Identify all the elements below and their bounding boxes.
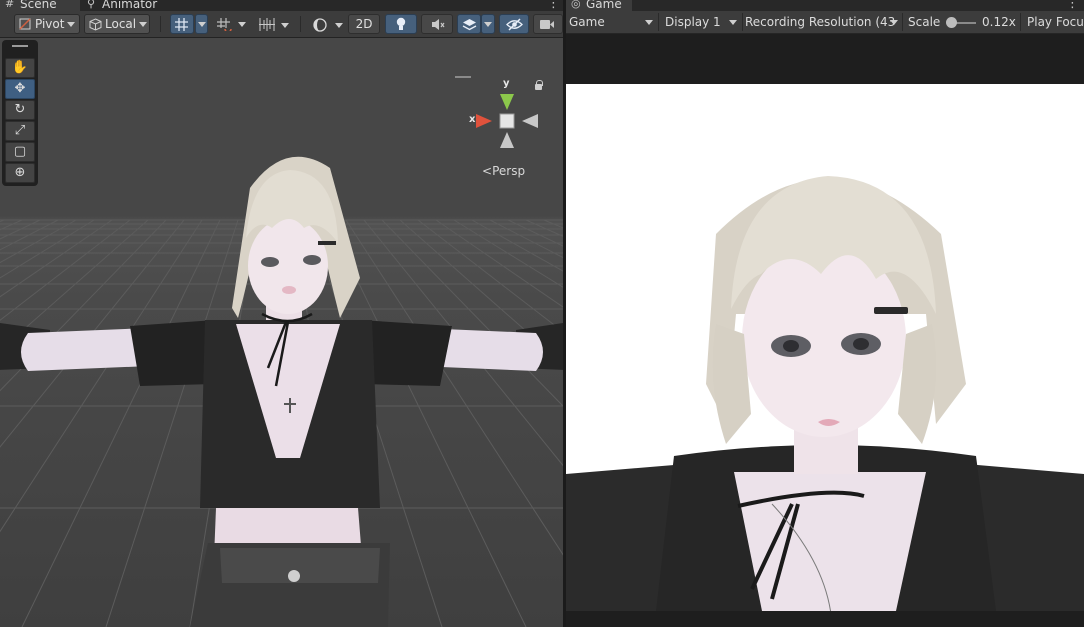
effects-layers-icon bbox=[462, 19, 477, 31]
scene-tab-bar: # Scene ⚲ Animator ⋮ bbox=[0, 0, 563, 11]
avatar-model[interactable] bbox=[0, 156, 563, 627]
rect-tool-button[interactable]: ▢ bbox=[5, 142, 35, 162]
scene-grid bbox=[0, 94, 563, 627]
increment-snap-icon bbox=[217, 18, 232, 31]
display-label: Display 1 bbox=[665, 15, 721, 29]
orientation-gizmo[interactable] bbox=[476, 94, 538, 148]
scale-value: 0.12x bbox=[982, 15, 1016, 29]
audio-toggle[interactable] bbox=[421, 14, 453, 34]
game-render-canvas bbox=[566, 84, 1084, 611]
tab-game[interactable]: ◎ Game bbox=[566, 0, 632, 11]
effects-dropdown[interactable] bbox=[481, 14, 495, 34]
display-dropdown[interactable]: Display 1 bbox=[665, 12, 741, 32]
transform-icon: ⊕ bbox=[14, 165, 26, 180]
drag-handle-icon[interactable] bbox=[12, 45, 28, 47]
gizmo-y-label: y bbox=[503, 78, 510, 89]
game-view-dropdown[interactable]: Game bbox=[569, 12, 657, 32]
tab-game-label: Game bbox=[586, 0, 622, 11]
move-tool-button[interactable]: ✥ bbox=[5, 79, 35, 99]
game-view-label: Game bbox=[569, 15, 605, 29]
camera-icon bbox=[540, 20, 554, 29]
scene-toolbar: Pivot Local 2D bbox=[0, 11, 563, 38]
increment-snap-button[interactable] bbox=[212, 14, 236, 34]
camera-settings-dropdown[interactable] bbox=[533, 14, 563, 34]
gizmo-x-label: x bbox=[469, 114, 476, 125]
grid-snap-dropdown[interactable] bbox=[195, 14, 208, 34]
transform-tool-button[interactable]: ⊕ bbox=[5, 163, 35, 183]
game-toolbar: Game Display 1 Recording Resolution (43 … bbox=[566, 11, 1084, 34]
gizmo-drag-handle-icon[interactable] bbox=[455, 76, 471, 78]
ruler-icon bbox=[259, 18, 275, 31]
hand-tool-button[interactable]: ✋ bbox=[5, 58, 35, 78]
scene-viewport[interactable]: ✋ ✥ ↻ ⤢ ▢ ⊕ y x <Persp bbox=[0, 38, 563, 627]
game-avatar-render bbox=[566, 176, 1084, 611]
scene-menu-kebab-icon[interactable]: ⋮ bbox=[547, 0, 560, 11]
lock-icon[interactable] bbox=[535, 80, 543, 90]
shading-mode-dropdown[interactable] bbox=[308, 14, 344, 34]
ruler-dropdown[interactable] bbox=[254, 14, 290, 34]
game-tab-bar: ◎ Game ⋮ bbox=[566, 0, 1084, 11]
local-dropdown[interactable]: Local bbox=[84, 14, 150, 34]
cube-icon bbox=[89, 18, 102, 31]
scale-label: Scale bbox=[908, 15, 941, 29]
increment-snap-dropdown[interactable] bbox=[235, 14, 249, 34]
hand-icon: ✋ bbox=[11, 60, 29, 75]
resolution-label: Recording Resolution (43 bbox=[745, 15, 896, 29]
lightbulb-icon bbox=[396, 17, 406, 30]
effects-toggle[interactable] bbox=[457, 14, 481, 34]
scene-visibility-toggle[interactable] bbox=[499, 14, 529, 34]
local-label: Local bbox=[105, 17, 137, 31]
tab-scene[interactable]: # Scene bbox=[0, 0, 80, 11]
rotate-icon: ↻ bbox=[14, 102, 26, 117]
tab-scene-label: Scene bbox=[20, 0, 57, 11]
grid-snap-icon bbox=[175, 18, 188, 31]
tab-animator[interactable]: ⚲ Animator bbox=[82, 0, 172, 11]
scale-slider-thumb[interactable] bbox=[946, 17, 957, 28]
play-focus-label: Play Focu bbox=[1027, 15, 1084, 29]
pivot-dropdown[interactable]: Pivot bbox=[14, 14, 80, 34]
game-viewport[interactable] bbox=[566, 34, 1084, 627]
unity-editor: # Scene ⚲ Animator ⋮ Pivot Local 2D ✋ ✥ … bbox=[0, 0, 1084, 627]
resolution-dropdown[interactable]: Recording Resolution (43 bbox=[745, 12, 902, 32]
scale-icon: ⤢ bbox=[14, 123, 26, 138]
hidden-eye-icon bbox=[506, 18, 523, 31]
play-focus-dropdown[interactable]: Play Focu bbox=[1027, 12, 1084, 32]
rotate-tool-button[interactable]: ↻ bbox=[5, 100, 35, 120]
grid-snap-button[interactable] bbox=[170, 14, 194, 34]
shading-sphere-icon bbox=[313, 18, 327, 32]
lighting-toggle[interactable] bbox=[385, 14, 417, 34]
gamepad-icon: ◎ bbox=[571, 0, 581, 10]
mode-2d-label: 2D bbox=[355, 17, 373, 31]
pivot-label: Pivot bbox=[35, 17, 65, 31]
hash-icon: # bbox=[5, 0, 15, 10]
scene-tools-overlay: ✋ ✥ ↻ ⤢ ▢ ⊕ bbox=[2, 40, 38, 186]
pivot-icon bbox=[19, 18, 31, 30]
tab-animator-label: Animator bbox=[102, 0, 158, 11]
projection-label: Persp bbox=[492, 164, 526, 178]
audio-mute-icon bbox=[432, 19, 445, 30]
rect-icon: ▢ bbox=[13, 144, 27, 159]
mode-2d-toggle[interactable]: 2D bbox=[348, 14, 380, 34]
projection-toggle[interactable]: <Persp bbox=[482, 164, 525, 178]
animator-icon: ⚲ bbox=[87, 0, 96, 10]
move-arrows-icon: ✥ bbox=[14, 81, 26, 96]
scale-tool-button[interactable]: ⤢ bbox=[5, 121, 35, 141]
persp-chevron-icon: < bbox=[482, 164, 493, 178]
game-menu-kebab-icon[interactable]: ⋮ bbox=[1066, 0, 1079, 11]
